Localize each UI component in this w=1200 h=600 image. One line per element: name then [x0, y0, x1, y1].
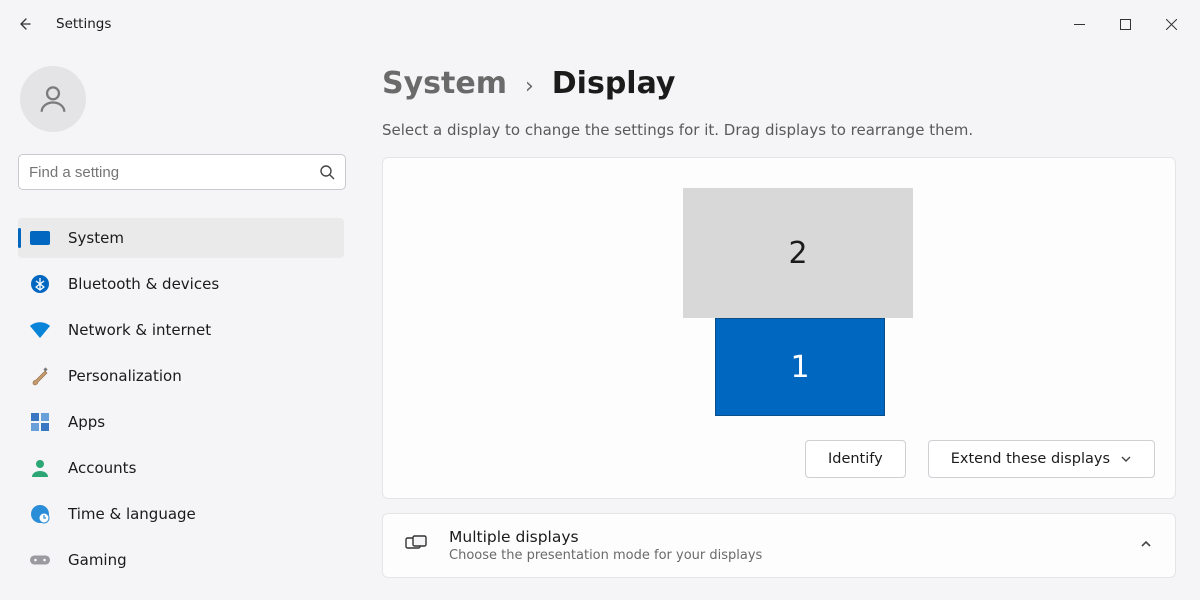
- page-subtitle: Select a display to change the settings …: [382, 121, 1172, 139]
- maximize-button[interactable]: [1102, 8, 1148, 40]
- section-title: Multiple displays: [449, 528, 1117, 546]
- dropdown-label: Extend these displays: [951, 451, 1110, 467]
- chevron-right-icon: ›: [525, 74, 534, 99]
- sidebar-item-bluetooth[interactable]: Bluetooth & devices: [18, 264, 344, 304]
- sidebar: System Bluetooth & devices Network & int…: [0, 48, 360, 600]
- nav: System Bluetooth & devices Network & int…: [18, 218, 344, 580]
- display-tile-1[interactable]: 1: [715, 318, 885, 416]
- display-arrangement-area[interactable]: 2 1: [403, 188, 1155, 418]
- app-title: Settings: [56, 16, 111, 32]
- sidebar-item-gaming[interactable]: Gaming: [18, 540, 344, 580]
- display-mode-dropdown[interactable]: Extend these displays: [928, 440, 1155, 478]
- display-label: 2: [788, 236, 807, 271]
- breadcrumb: System › Display: [382, 66, 1172, 101]
- display-label: 1: [790, 350, 809, 385]
- back-button[interactable]: [4, 4, 44, 44]
- window-controls: [1056, 8, 1194, 40]
- display-icon: [30, 228, 50, 248]
- wifi-icon: [30, 320, 50, 340]
- gamepad-icon: [30, 550, 50, 570]
- paintbrush-icon: [30, 366, 50, 386]
- globe-clock-icon: [30, 504, 50, 524]
- card-actions: Identify Extend these displays: [403, 440, 1155, 478]
- chevron-up-icon: [1139, 536, 1153, 555]
- arrow-left-icon: [16, 16, 32, 32]
- accounts-icon: [30, 458, 50, 478]
- apps-icon: [30, 412, 50, 432]
- sidebar-item-label: Network & internet: [68, 321, 211, 339]
- sidebar-item-time-language[interactable]: Time & language: [18, 494, 344, 534]
- sidebar-item-label: Time & language: [68, 505, 196, 523]
- sidebar-item-label: Gaming: [68, 551, 127, 569]
- avatar[interactable]: [20, 66, 86, 132]
- main: System › Display Select a display to cha…: [360, 48, 1200, 600]
- display-tile-2[interactable]: 2: [683, 188, 913, 318]
- search-input[interactable]: [29, 164, 319, 181]
- chevron-down-icon: [1120, 453, 1132, 465]
- search-icon: [319, 164, 335, 180]
- sidebar-item-personalization[interactable]: Personalization: [18, 356, 344, 396]
- sidebar-item-label: Apps: [68, 413, 105, 431]
- breadcrumb-parent[interactable]: System: [382, 66, 507, 101]
- user-icon: [36, 82, 70, 116]
- sidebar-item-label: Personalization: [68, 367, 182, 385]
- section-text: Multiple displays Choose the presentatio…: [449, 528, 1117, 563]
- sidebar-item-label: System: [68, 229, 124, 247]
- sidebar-item-system[interactable]: System: [18, 218, 344, 258]
- titlebar: Settings: [0, 0, 1200, 48]
- sidebar-item-network[interactable]: Network & internet: [18, 310, 344, 350]
- display-arrangement-card: 2 1 Identify Extend these displays: [382, 157, 1176, 499]
- page-title: Display: [552, 66, 676, 101]
- search-box[interactable]: [18, 154, 346, 190]
- button-label: Identify: [828, 451, 883, 467]
- identify-button[interactable]: Identify: [805, 440, 906, 478]
- multiple-displays-section[interactable]: Multiple displays Choose the presentatio…: [382, 513, 1176, 578]
- bluetooth-icon: [30, 274, 50, 294]
- close-button[interactable]: [1148, 8, 1194, 40]
- maximize-icon: [1120, 19, 1131, 30]
- sidebar-item-accounts[interactable]: Accounts: [18, 448, 344, 488]
- sidebar-item-label: Bluetooth & devices: [68, 275, 219, 293]
- multiple-displays-icon: [405, 535, 427, 557]
- minimize-icon: [1074, 19, 1085, 30]
- section-subtitle: Choose the presentation mode for your di…: [449, 548, 1117, 563]
- sidebar-item-apps[interactable]: Apps: [18, 402, 344, 442]
- close-icon: [1166, 19, 1177, 30]
- minimize-button[interactable]: [1056, 8, 1102, 40]
- sidebar-item-label: Accounts: [68, 459, 136, 477]
